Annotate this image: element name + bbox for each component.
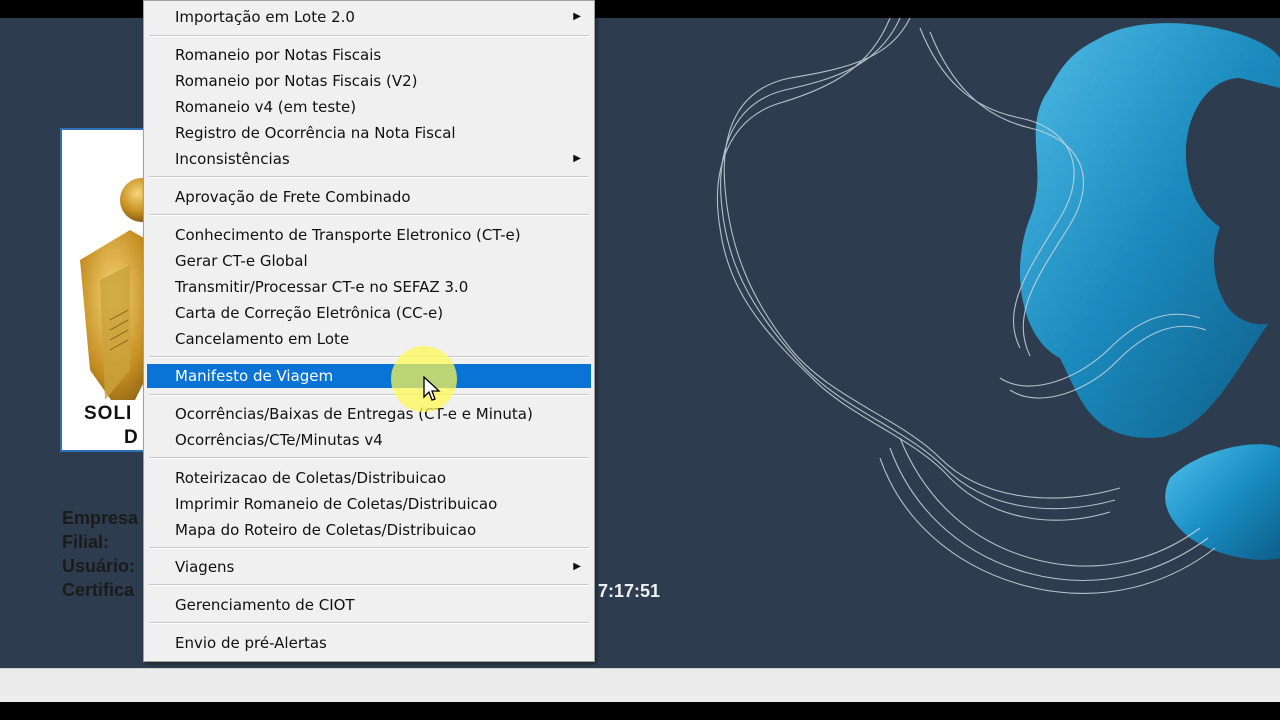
menu-item-label: Inconsistências xyxy=(175,150,290,168)
menu-item-pre-alertas[interactable]: Envio de pré-Alertas xyxy=(147,631,591,655)
background-art xyxy=(716,18,1280,594)
clock-text: 7:17:51 xyxy=(598,581,661,601)
menu-item-label: Mapa do Roteiro de Coletas/Distribuicao xyxy=(175,521,477,539)
menu-item-ocorrencias-baixas[interactable]: Ocorrências/Baixas de Entregas (CT-e e M… xyxy=(147,402,591,426)
menu-item-label: Registro de Ocorrência na Nota Fiscal xyxy=(175,124,456,142)
menu-item-aprovacao-frete[interactable]: Aprovação de Frete Combinado xyxy=(147,185,591,209)
menu-item-label: Viagens xyxy=(175,558,235,576)
menu-item-label: Cancelamento em Lote xyxy=(175,330,350,348)
empresa-label: Empresa xyxy=(62,508,139,528)
menu-item-label: Transmitir/Processar CT-e no SEFAZ 3.0 xyxy=(175,278,469,296)
menu-item-mapa-roteiro[interactable]: Mapa do Roteiro de Coletas/Distribuicao xyxy=(147,518,591,542)
menu-item-registro-ocorrencia[interactable]: Registro de Ocorrência na Nota Fiscal xyxy=(147,121,591,145)
menu-item-label: Carta de Correção Eletrônica (CC-e) xyxy=(175,304,444,322)
menu-item-viagens[interactable]: Viagens ▶ xyxy=(147,555,591,579)
menu-item-cancelamento-lote[interactable]: Cancelamento em Lote xyxy=(147,327,591,351)
menu-item-label: Romaneio por Notas Fiscais (V2) xyxy=(175,72,418,90)
usuario-label: Usuário: xyxy=(62,556,136,576)
menu-item-label: Ocorrências/CTe/Minutas v4 xyxy=(175,431,383,449)
menu-item-label: Manifesto de Viagem xyxy=(175,367,334,385)
menu-separator xyxy=(149,356,589,358)
menu-item-label: Envio de pré-Alertas xyxy=(175,634,327,652)
menu-item-inconsistencias[interactable]: Inconsistências ▶ xyxy=(147,147,591,171)
menu-item-ocorrencias-v4[interactable]: Ocorrências/CTe/Minutas v4 xyxy=(147,428,591,452)
menu-item-label: Gerar CT-e Global xyxy=(175,252,308,270)
menu-separator xyxy=(149,35,589,37)
menu-item-romaneio-nf[interactable]: Romaneio por Notas Fiscais xyxy=(147,43,591,67)
logo-text: SOLI D xyxy=(84,402,139,450)
mouse-pointer-icon xyxy=(423,376,441,401)
logo-line-1: SOLI xyxy=(84,403,133,424)
menu-item-label: Imprimir Romaneio de Coletas/Distribuica… xyxy=(175,495,498,513)
bottom-letterbox xyxy=(0,702,1280,720)
menu-item-label: Romaneio por Notas Fiscais xyxy=(175,46,382,64)
menu-item-label: Importação em Lote 2.0 xyxy=(175,8,355,26)
certificado-label: Certifica xyxy=(62,580,135,600)
menu-item-carta-correcao[interactable]: Carta de Correção Eletrônica (CC-e) xyxy=(147,301,591,325)
menu-item-gerar-cte-global[interactable]: Gerar CT-e Global xyxy=(147,249,591,273)
menu-item-transmitir-cte[interactable]: Transmitir/Processar CT-e no SEFAZ 3.0 xyxy=(147,275,591,299)
menu-separator xyxy=(149,394,589,396)
menu-item-ciot[interactable]: Gerenciamento de CIOT xyxy=(147,593,591,617)
menu-item-roteirizacao[interactable]: Roteirizacao de Coletas/Distribuicao xyxy=(147,466,591,490)
submenu-arrow-icon: ▶ xyxy=(573,153,581,164)
menu-separator xyxy=(149,547,589,549)
submenu-arrow-icon: ▶ xyxy=(573,561,581,572)
submenu-arrow-icon: ▶ xyxy=(573,11,581,22)
context-menu: Importação em Lote 2.0 ▶ Romaneio por No… xyxy=(143,0,595,662)
logo-line-2: D xyxy=(124,427,139,448)
menu-separator xyxy=(149,584,589,586)
menu-item-romaneio-nf-v2[interactable]: Romaneio por Notas Fiscais (V2) xyxy=(147,69,591,93)
status-bar xyxy=(0,668,1280,703)
menu-item-imprimir-romaneio[interactable]: Imprimir Romaneio de Coletas/Distribuica… xyxy=(147,492,591,516)
menu-separator xyxy=(149,457,589,459)
menu-item-label: Conhecimento de Transporte Eletronico (C… xyxy=(175,226,521,244)
menu-item-label: Ocorrências/Baixas de Entregas (CT-e e M… xyxy=(175,405,533,423)
menu-item-label: Roteirizacao de Coletas/Distribuicao xyxy=(175,469,447,487)
menu-separator xyxy=(149,214,589,216)
menu-item-label: Gerenciamento de CIOT xyxy=(175,596,355,614)
menu-separator xyxy=(149,622,589,624)
menu-item-romaneio-v4[interactable]: Romaneio v4 (em teste) xyxy=(147,95,591,119)
menu-item-label: Romaneio v4 (em teste) xyxy=(175,98,357,116)
menu-separator xyxy=(149,176,589,178)
filial-label: Filial: xyxy=(62,532,110,552)
menu-item-importacao-lote[interactable]: Importação em Lote 2.0 ▶ xyxy=(147,5,591,29)
menu-item-label: Aprovação de Frete Combinado xyxy=(175,188,411,206)
menu-item-cte[interactable]: Conhecimento de Transporte Eletronico (C… xyxy=(147,223,591,247)
menu-item-manifesto-viagem[interactable]: Manifesto de Viagem xyxy=(147,364,591,388)
